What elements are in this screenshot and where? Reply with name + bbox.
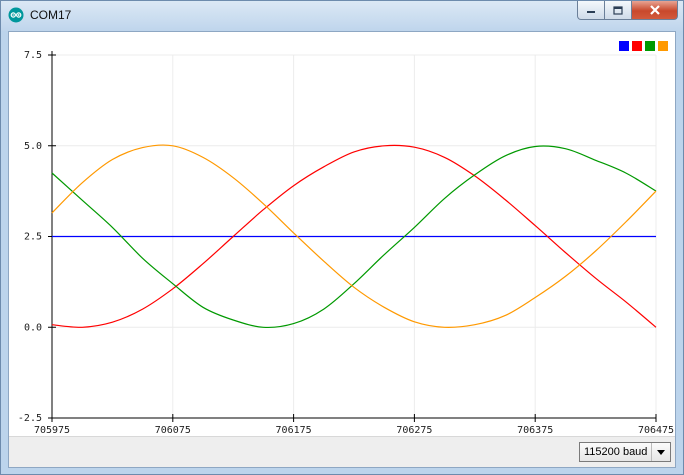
x-tick-label: 706375: [517, 425, 553, 436]
baud-rate-select[interactable]: 115200 baud: [579, 442, 671, 462]
y-tick-label: -2.5: [18, 413, 42, 424]
maximize-icon: [613, 5, 623, 15]
y-tick-label: 0.0: [24, 322, 42, 333]
plot-series: [51, 144, 657, 329]
x-tick-label: 706475: [638, 425, 674, 436]
y-tick-label: 5.0: [24, 141, 42, 152]
y-tick-label: 7.5: [24, 50, 42, 61]
x-tick-label: 706275: [396, 425, 432, 436]
x-tick-label: 705975: [34, 425, 70, 436]
legend-swatch-4: [658, 41, 668, 51]
plot-tick-labels: 7.5 5.0 2.5 0.0 -2.5705975 706075 706175 706275…: [18, 50, 674, 436]
maximize-button[interactable]: [605, 1, 632, 20]
window-controls: [577, 1, 678, 21]
close-icon: [649, 5, 660, 15]
x-tick-label: 706075: [155, 425, 191, 436]
close-button[interactable]: [632, 1, 678, 20]
serial-plotter-window: COM17 7.5 5.0 2.5 0.0 -2.5 705975 706075 706175…: [0, 0, 684, 475]
baud-rate-value: 115200 baud: [584, 446, 648, 458]
plotter-client-area: 7.5 5.0 2.5 0.0 -2.5 705975 706075 706175 706275…: [8, 31, 676, 468]
x-tick-label: 706175: [276, 425, 312, 436]
minimize-icon: [587, 11, 595, 13]
y-tick-label: 2.5: [24, 232, 42, 243]
status-bar: 115200 baud: [9, 436, 675, 467]
legend-swatch-1: [619, 41, 629, 51]
legend-swatch-3: [645, 41, 655, 51]
window-title: COM17: [30, 8, 72, 22]
arduino-icon: [8, 7, 24, 23]
chevron-down-icon[interactable]: [651, 443, 670, 461]
plot-legend: [619, 41, 668, 51]
serial-plot: 7.5 5.0 2.5 0.0 -2.5705975 706075 706175 706275…: [18, 41, 674, 436]
minimize-button[interactable]: [577, 1, 605, 20]
legend-swatch-2: [632, 41, 642, 51]
title-bar[interactable]: COM17: [1, 1, 683, 31]
